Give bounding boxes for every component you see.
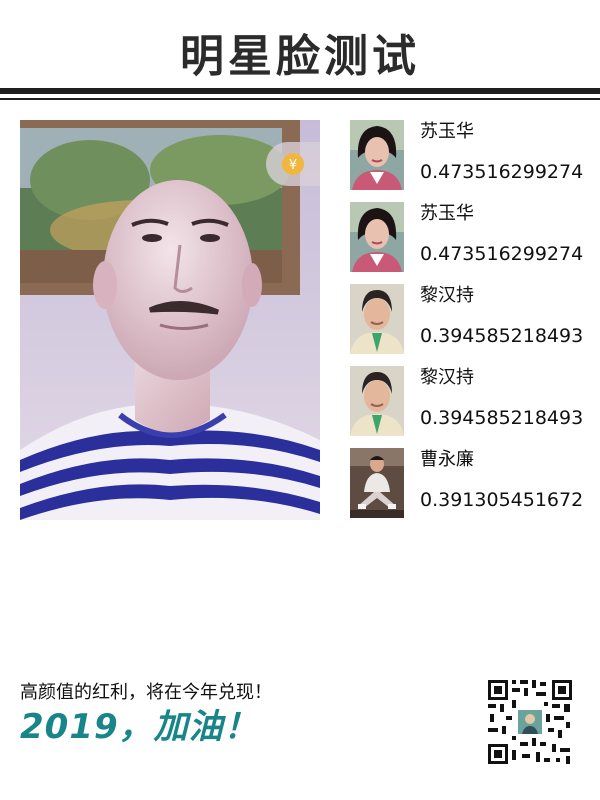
match-result-item[interactable]: 黎汉持 0.394585218493 <box>350 284 600 356</box>
portrait-photo-icon: ¥ <box>20 120 320 520</box>
celebrity-name: 黎汉持 <box>420 367 474 388</box>
similarity-score: 0.473516299274 <box>420 243 584 265</box>
celebrity-name: 苏玉华 <box>420 121 474 142</box>
page-title: 明星脸测试 <box>180 31 420 82</box>
portrait-thumbnail-man-seated-icon <box>350 448 404 518</box>
similarity-score: 0.473516299274 <box>420 161 584 183</box>
uploaded-face-photo: ¥ <box>20 120 320 520</box>
celebrity-name: 黎汉持 <box>420 285 474 306</box>
qr-code-icon[interactable] <box>486 678 574 766</box>
footer-tagline: 高颜值的红利，将在今年兑现！ <box>20 682 272 703</box>
header-divider-thick <box>0 88 600 94</box>
footer-slogan: 2019，加油！ <box>20 707 259 747</box>
similarity-score: 0.394585218493 <box>420 407 584 429</box>
header-divider-thin <box>0 98 600 100</box>
match-result-item[interactable]: 苏玉华 0.473516299274 <box>350 202 600 274</box>
portrait-thumbnail-man-icon <box>350 366 404 436</box>
yen-coin-icon: ¥ <box>289 158 297 173</box>
match-result-item[interactable]: 曹永廉 0.391305451672 <box>350 448 600 520</box>
portrait-thumbnail-man-icon <box>350 284 404 354</box>
similarity-score: 0.391305451672 <box>420 489 584 511</box>
match-result-item[interactable]: 苏玉华 0.473516299274 <box>350 120 600 192</box>
celebrity-name: 苏玉华 <box>420 203 474 224</box>
similarity-score: 0.394585218493 <box>420 325 584 347</box>
portrait-thumbnail-woman-icon <box>350 120 404 190</box>
celebrity-name: 曹永廉 <box>420 449 474 470</box>
portrait-thumbnail-woman-icon <box>350 202 404 272</box>
match-result-item[interactable]: 黎汉持 0.394585218493 <box>350 366 600 438</box>
